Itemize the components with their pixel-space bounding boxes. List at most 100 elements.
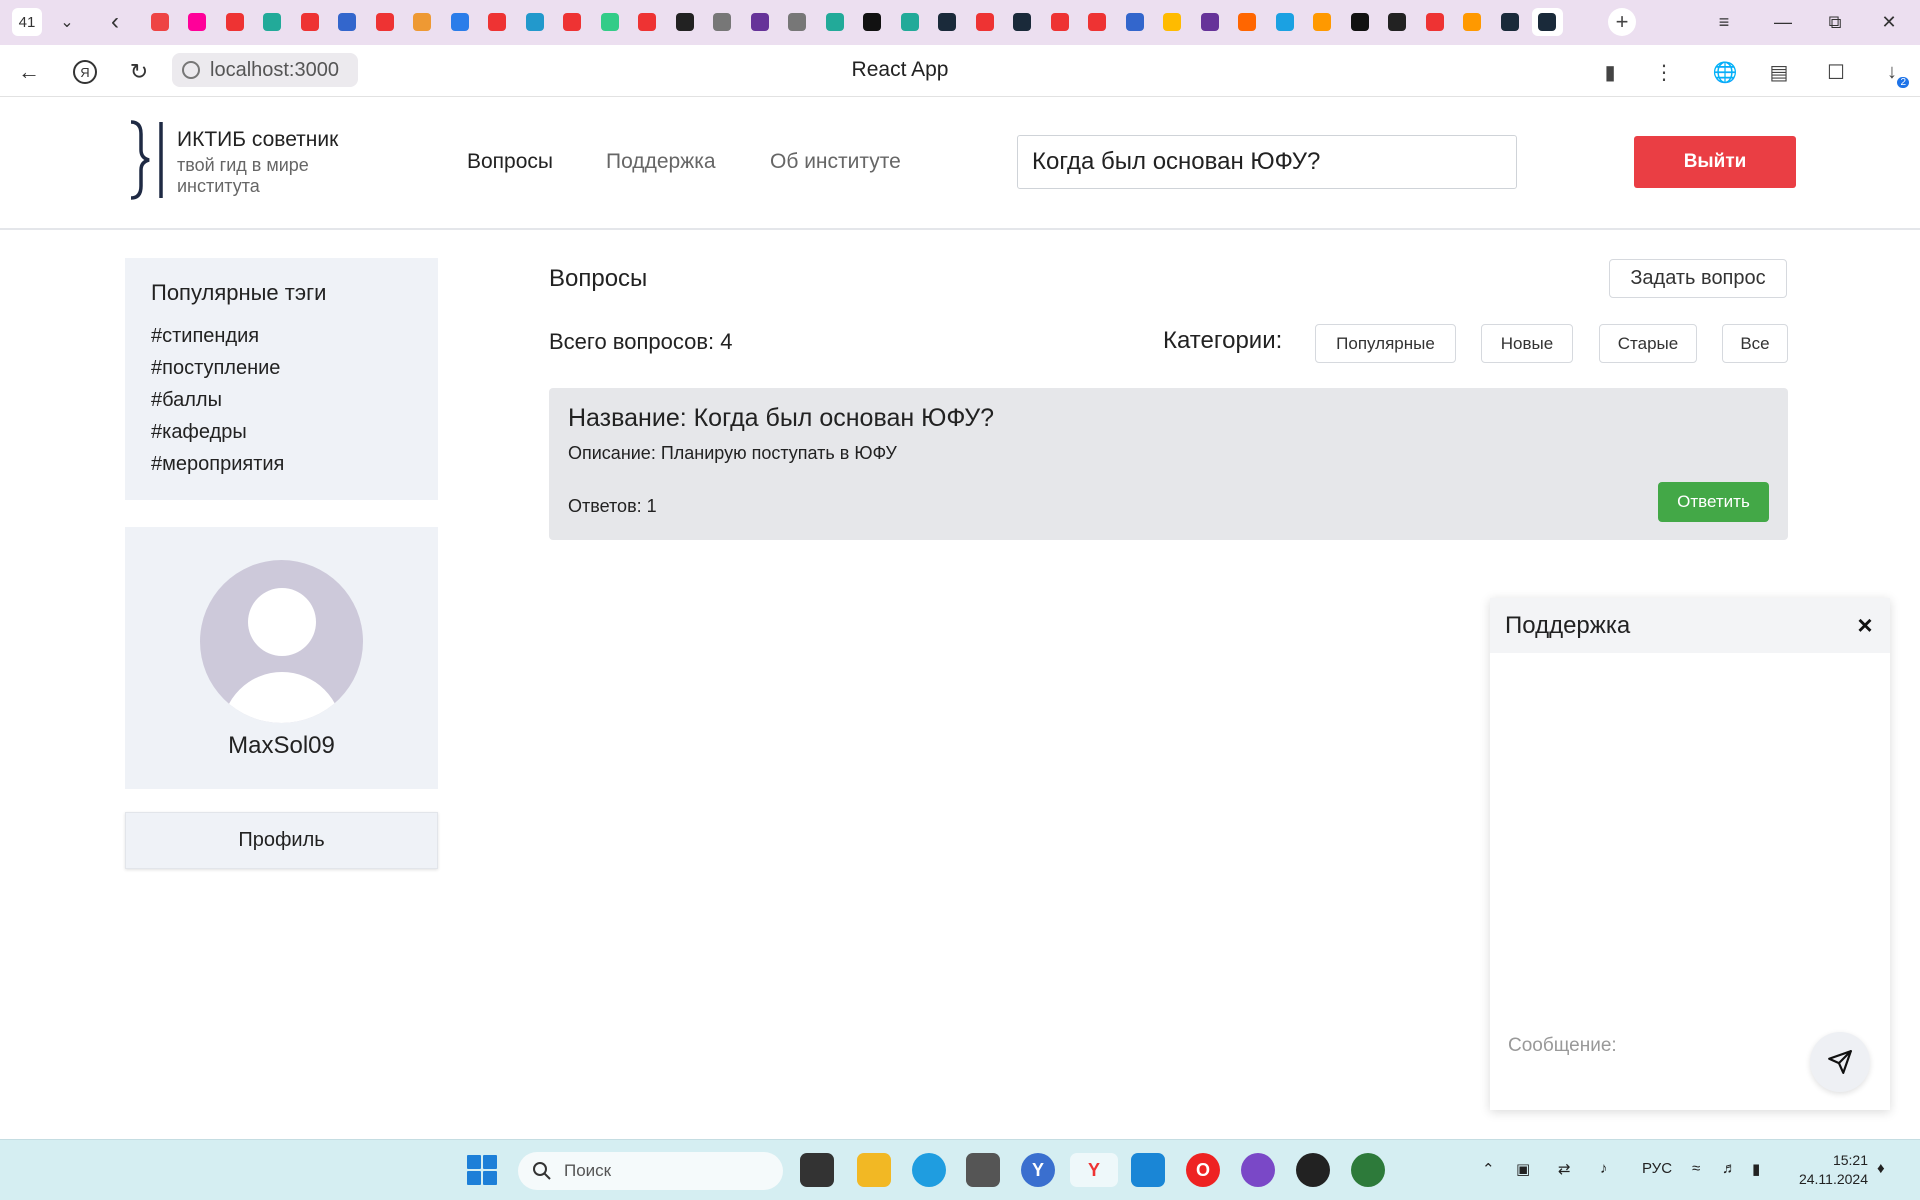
close-window-icon[interactable]: ✕ bbox=[1869, 6, 1909, 38]
tab-list-chevron-icon[interactable]: ⌄ bbox=[52, 8, 82, 36]
nav-about[interactable]: Об институте bbox=[770, 150, 901, 174]
browser-tab[interactable] bbox=[857, 8, 889, 36]
tag-item[interactable]: #баллы bbox=[151, 384, 412, 416]
language-indicator[interactable]: РУС bbox=[1642, 1160, 1672, 1177]
browser-tab[interactable] bbox=[257, 8, 289, 36]
browser-tab[interactable] bbox=[144, 8, 176, 36]
restore-window-icon[interactable]: ⧉ bbox=[1815, 6, 1855, 38]
browser-tab[interactable] bbox=[1307, 8, 1339, 36]
browser-tab[interactable] bbox=[894, 8, 926, 36]
tray-overflow-icon[interactable]: ⌃ bbox=[1482, 1160, 1495, 1178]
extension-icon[interactable]: ☐ bbox=[1822, 58, 1850, 86]
yandex-app-icon[interactable]: Y bbox=[1021, 1153, 1055, 1187]
nav-questions[interactable]: Вопросы bbox=[467, 150, 553, 174]
question-card[interactable]: Название: Когда был основан ЮФУ? Описани… bbox=[549, 388, 1788, 540]
taskbar-search[interactable]: Поиск bbox=[518, 1152, 783, 1190]
browser-tab[interactable] bbox=[744, 8, 776, 36]
shield-app-icon[interactable] bbox=[966, 1153, 1000, 1187]
browser-tab[interactable] bbox=[519, 8, 551, 36]
tab-counter[interactable]: 41 bbox=[12, 8, 42, 36]
category-all-button[interactable]: Все bbox=[1722, 324, 1788, 363]
category-popular-button[interactable]: Популярные bbox=[1315, 324, 1456, 363]
notifications-bell-icon[interactable]: ♦ bbox=[1877, 1160, 1885, 1177]
chat-message-input[interactable] bbox=[1508, 1028, 1788, 1064]
tag-item[interactable]: #поступление bbox=[151, 352, 412, 384]
tabs-menu-icon[interactable]: ≡ bbox=[1704, 6, 1744, 38]
browser-tab[interactable] bbox=[969, 8, 1001, 36]
edge-icon[interactable] bbox=[912, 1153, 946, 1187]
browser-tab[interactable] bbox=[1419, 8, 1451, 36]
yandex-browser-icon[interactable]: Y bbox=[1070, 1153, 1118, 1187]
taskbar-clock[interactable]: 15:21 24.11.2024 bbox=[1794, 1151, 1868, 1189]
more-options-icon[interactable]: ⋮ bbox=[1650, 58, 1678, 86]
browser-tab[interactable] bbox=[1007, 8, 1039, 36]
obs-icon[interactable] bbox=[1296, 1153, 1330, 1187]
bookmark-icon[interactable]: ▮ bbox=[1596, 58, 1624, 86]
browser-tab[interactable] bbox=[219, 8, 251, 36]
translate-globe-icon[interactable]: 🌐 bbox=[1711, 58, 1739, 86]
search-input[interactable] bbox=[1017, 135, 1517, 189]
windows-start-icon[interactable] bbox=[467, 1155, 497, 1185]
answer-button[interactable]: Ответить bbox=[1658, 482, 1769, 522]
downloads-badge: 2 bbox=[1897, 77, 1909, 88]
browser-tab[interactable] bbox=[1232, 8, 1264, 36]
ask-question-button[interactable]: Задать вопрос bbox=[1609, 259, 1787, 298]
browser-tab[interactable] bbox=[444, 8, 476, 36]
browser-tab[interactable] bbox=[1082, 8, 1114, 36]
file-explorer-icon[interactable] bbox=[857, 1153, 891, 1187]
browser-tab[interactable] bbox=[707, 8, 739, 36]
reader-mode-icon[interactable]: ▤ bbox=[1765, 58, 1793, 86]
mongodb-icon[interactable] bbox=[1351, 1153, 1385, 1187]
microphone-icon[interactable]: ♪ bbox=[1600, 1160, 1608, 1177]
browser-tab[interactable] bbox=[407, 8, 439, 36]
tag-item[interactable]: #кафедры bbox=[151, 416, 412, 448]
wifi-icon[interactable]: ≈ bbox=[1692, 1160, 1700, 1177]
browser-tab[interactable] bbox=[1494, 8, 1526, 36]
new-tab-button[interactable]: + bbox=[1608, 8, 1636, 36]
browser-tab[interactable] bbox=[557, 8, 589, 36]
browser-tab[interactable] bbox=[819, 8, 851, 36]
nav-support[interactable]: Поддержка bbox=[606, 150, 716, 174]
send-message-button[interactable] bbox=[1810, 1032, 1870, 1092]
browser-tab[interactable] bbox=[1044, 8, 1076, 36]
downloads-icon[interactable]: ↓ 2 bbox=[1878, 58, 1909, 88]
browser-tab[interactable] bbox=[1157, 8, 1189, 36]
category-new-button[interactable]: Новые bbox=[1481, 324, 1573, 363]
game-app-icon[interactable] bbox=[1241, 1153, 1275, 1187]
browser-tab[interactable] bbox=[369, 8, 401, 36]
tab-favicon-icon bbox=[1088, 13, 1107, 31]
browser-tab[interactable] bbox=[1119, 8, 1151, 36]
close-icon[interactable]: × bbox=[1850, 610, 1880, 640]
tray-app-icon[interactable]: ▣ bbox=[1516, 1160, 1530, 1178]
tray-settings-icon[interactable]: ⇄ bbox=[1558, 1160, 1571, 1178]
browser-tab[interactable] bbox=[1344, 8, 1376, 36]
category-old-button[interactable]: Старые bbox=[1599, 324, 1697, 363]
tag-item[interactable]: #мероприятия bbox=[151, 448, 412, 480]
tag-item[interactable]: #стипендия bbox=[151, 320, 412, 352]
browser-tab[interactable] bbox=[332, 8, 364, 36]
volume-icon[interactable]: ♬ bbox=[1722, 1160, 1737, 1177]
profile-button[interactable]: Профиль bbox=[125, 812, 438, 869]
browser-tab[interactable] bbox=[932, 8, 964, 36]
browser-tab[interactable] bbox=[1531, 8, 1563, 36]
minimize-window-icon[interactable]: — bbox=[1763, 6, 1803, 38]
opera-icon[interactable]: O bbox=[1186, 1153, 1220, 1187]
task-view-icon[interactable] bbox=[800, 1153, 834, 1187]
browser-tab[interactable] bbox=[482, 8, 514, 36]
battery-icon[interactable]: ▮ bbox=[1752, 1160, 1760, 1178]
browser-tab[interactable] bbox=[1194, 8, 1226, 36]
logout-button[interactable]: Выйти bbox=[1634, 136, 1796, 188]
tab-scroll-left-icon[interactable]: ‹ bbox=[100, 8, 130, 36]
browser-tab[interactable] bbox=[294, 8, 326, 36]
browser-tab[interactable] bbox=[669, 8, 701, 36]
question-title[interactable]: Название: Когда был основан ЮФУ? bbox=[568, 404, 994, 433]
browser-tab[interactable] bbox=[1457, 8, 1489, 36]
browser-tab[interactable] bbox=[632, 8, 664, 36]
browser-tab[interactable] bbox=[782, 8, 814, 36]
browser-tab[interactable] bbox=[182, 8, 214, 36]
browser-tab[interactable] bbox=[1269, 8, 1301, 36]
clock-time: 15:21 bbox=[1832, 1152, 1868, 1168]
browser-tab[interactable] bbox=[594, 8, 626, 36]
browser-tab[interactable] bbox=[1382, 8, 1414, 36]
vscode-icon[interactable] bbox=[1131, 1153, 1165, 1187]
